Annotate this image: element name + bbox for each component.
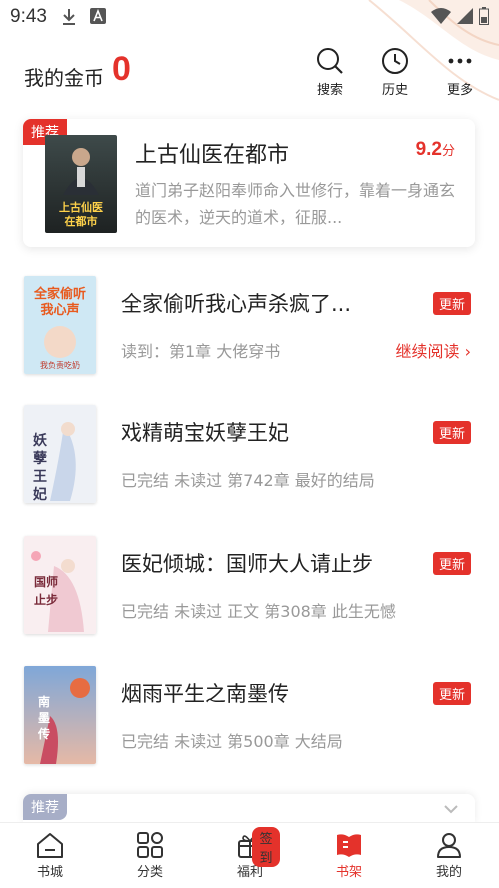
user-icon (437, 833, 461, 858)
book-cover[interactable]: 南 墨 传 (24, 666, 96, 764)
tab-category[interactable]: 分类 (120, 831, 180, 880)
book-cover-image: 国师 止步 (24, 536, 96, 634)
update-badge: 更新 (432, 682, 471, 705)
text-a-icon (90, 8, 106, 24)
book-cover-image: 南 墨 传 (24, 666, 96, 764)
recommend-card[interactable]: 推荐 上古仙医 在都市 上古仙医在都市 9.2分 道门弟子赵阳奉师命入世修行，靠… (23, 119, 475, 247)
more-label: 更多 (446, 83, 473, 98)
recommend-title[interactable]: 上古仙医在都市 (135, 137, 289, 169)
book-cover[interactable]: 全家偷听 我心声 我负责吃奶 (24, 276, 96, 374)
update-badge: 更新 (432, 421, 471, 444)
book-item[interactable]: 国师 止步 医妃倾城：国师大人请止步 更新 已完结 未读过 正文 第308章 此… (0, 536, 499, 646)
svg-text:墨: 墨 (38, 711, 50, 725)
score-unit: 分 (441, 144, 455, 159)
update-badge: 更新 (432, 552, 471, 575)
history-button[interactable]: 历史 (368, 46, 422, 98)
tab-welfare[interactable]: 福利 签到 (220, 827, 280, 880)
recommend-score: 9.2分 (416, 139, 455, 161)
svg-text:国师: 国师 (34, 574, 58, 589)
recommend-badge-2: 推荐 (23, 794, 67, 820)
book-progress: 读到：第1章 大佬穿书 (121, 342, 281, 361)
book-item[interactable]: 南 墨 传 烟雨平生之南墨传 更新 已完结 未读过 第500章 大结局 (0, 666, 499, 776)
book-progress: 已完结 未读过 正文 第308章 此生无憾 (121, 602, 396, 621)
bottom-tab-bar: 书城 分类 福利 签到 书架 我的 (0, 822, 499, 888)
status-time: 9:43 (10, 6, 47, 27)
book-cover-image: 妖 孽 王 妃 (24, 405, 96, 503)
svg-text:上古仙医: 上古仙医 (59, 200, 103, 214)
book-progress: 已完结 未读过 第500章 大结局 (121, 732, 343, 751)
book-item[interactable]: 妖 孽 王 妃 戏精萌宝妖孽王妃 更新 已完结 未读过 第742章 最好的结局 (0, 405, 499, 515)
signal-icon (457, 8, 473, 24)
coins-value[interactable]: 0 (112, 50, 131, 89)
battery-icon (479, 7, 489, 25)
shelf-header: 我的金币 0 搜索 历史 更多 (0, 40, 499, 110)
svg-text:全家偷听: 全家偷听 (33, 286, 86, 302)
recommend-cover[interactable]: 上古仙医 在都市 (45, 135, 117, 233)
svg-text:传: 传 (37, 726, 50, 741)
svg-text:我负责吃奶: 我负责吃奶 (40, 360, 80, 370)
clock-icon (382, 48, 408, 74)
score-value: 9.2 (415, 139, 442, 160)
download-icon (63, 9, 75, 25)
search-label: 搜索 (316, 83, 343, 98)
history-label: 历史 (381, 83, 408, 98)
wifi-icon (431, 8, 451, 24)
svg-text:在都市: 在都市 (65, 214, 98, 228)
more-icon (448, 58, 472, 64)
svg-text:王: 王 (33, 469, 47, 485)
recommend-description: 道门弟子赵阳奉师命入世修行，靠着一身通玄的医术，逆天的道术，征服... (135, 181, 455, 227)
book-item[interactable]: 全家偷听 我心声 我负责吃奶 全家偷听我心声杀疯了... 更新 读到：第1章 大… (0, 276, 499, 386)
tab-bookshelf[interactable]: 书架 (319, 831, 379, 880)
more-button[interactable]: 更多 (433, 46, 487, 98)
book-title[interactable]: 戏精萌宝妖孽王妃 (121, 417, 289, 447)
book-cover[interactable]: 国师 止步 (24, 536, 96, 634)
book-title[interactable]: 烟雨平生之南墨传 (121, 678, 289, 708)
coins-label: 我的金币 (24, 66, 104, 90)
book-progress: 已完结 未读过 第742章 最好的结局 (121, 471, 375, 490)
tab-mine[interactable]: 我的 (419, 831, 479, 880)
svg-text:止步: 止步 (34, 592, 58, 607)
chevron-down-icon[interactable] (443, 804, 459, 814)
tab-label: 书架 (335, 865, 362, 880)
checkin-badge: 签到 (252, 827, 280, 867)
book-cover-image: 上古仙医 在都市 (45, 135, 117, 233)
book-title[interactable]: 全家偷听我心声杀疯了... (121, 288, 351, 318)
recommend-card-2[interactable]: 推荐 (23, 794, 475, 824)
status-bar: 9:43 (0, 0, 499, 34)
book-cover-image: 全家偷听 我心声 我负责吃奶 (24, 276, 96, 374)
grid-icon (137, 832, 163, 858)
home-icon (37, 833, 63, 858)
tab-label: 书城 (36, 865, 63, 880)
tab-bookstore[interactable]: 书城 (20, 831, 80, 880)
bookshelf-icon (337, 834, 361, 857)
search-button[interactable]: 搜索 (303, 46, 357, 98)
svg-text:南: 南 (38, 694, 50, 709)
svg-text:妖: 妖 (33, 432, 48, 449)
book-title[interactable]: 医妃倾城：国师大人请止步 (121, 548, 373, 578)
continue-reading-link[interactable]: 继续阅读 › (396, 338, 472, 362)
update-badge: 更新 (432, 292, 471, 315)
svg-text:我心声: 我心声 (40, 302, 79, 318)
book-cover[interactable]: 妖 孽 王 妃 (24, 405, 96, 503)
tab-label: 我的 (435, 865, 462, 880)
tab-label: 分类 (136, 865, 163, 880)
svg-text:妃: 妃 (33, 486, 47, 503)
search-icon (317, 48, 343, 74)
svg-text:孽: 孽 (33, 450, 47, 467)
